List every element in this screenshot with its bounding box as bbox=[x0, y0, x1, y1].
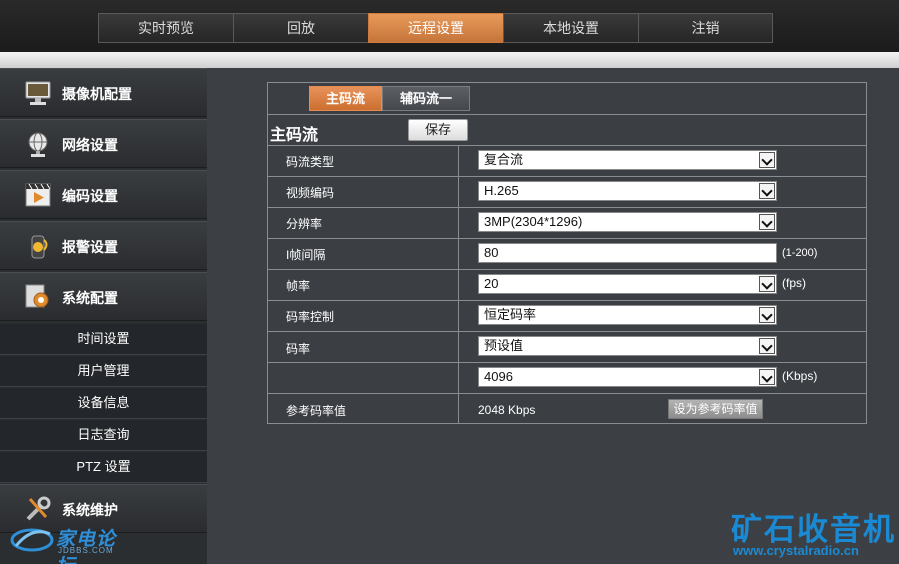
sidebar-item-system-config[interactable]: 系统配置 bbox=[0, 272, 207, 321]
video-codec-label: 视频编码 bbox=[286, 186, 335, 200]
tab-main-stream[interactable]: 主码流 bbox=[309, 86, 383, 111]
tab-playback[interactable]: 回放 bbox=[233, 13, 368, 43]
resolution-select[interactable]: 3MP(2304*1296) bbox=[478, 212, 777, 232]
jdbbs-watermark: 家电论坛 JDBBS.COM bbox=[10, 524, 135, 564]
frame-rate-unit: (fps) bbox=[782, 276, 806, 290]
divider bbox=[268, 145, 866, 146]
sidebar-item-label: 编码设置 bbox=[62, 188, 118, 204]
divider bbox=[268, 393, 866, 394]
frame-rate-value: 20 bbox=[484, 276, 499, 291]
save-button[interactable]: 保存 bbox=[408, 119, 468, 141]
sidebar-item-label: 网络设置 bbox=[62, 137, 118, 153]
bitrate-mode-select[interactable]: 预设值 bbox=[478, 336, 777, 356]
stream-settings-panel: 主码流 辅码流一 主码流 保存 码流类型 复合流 视频编码 H.265 分辨率 … bbox=[267, 82, 867, 424]
bitrate-value-select[interactable]: 4096 bbox=[478, 367, 777, 387]
sidebar-item-label: 系统维护 bbox=[62, 502, 118, 518]
jdbbs-logo-icon bbox=[10, 526, 54, 552]
system-gear-icon bbox=[24, 283, 52, 311]
sidebar-subitem-device-info[interactable]: 设备信息 bbox=[0, 388, 207, 419]
chevron-down-icon bbox=[759, 369, 775, 385]
tab-live-preview[interactable]: 实时预览 bbox=[98, 13, 233, 43]
divider bbox=[268, 362, 866, 363]
sidebar-item-camera-config[interactable]: 摄像机配置 bbox=[0, 68, 207, 117]
sidebar-subitem-time-settings[interactable]: 时间设置 bbox=[0, 324, 207, 355]
sidebar-subitem-log-query[interactable]: 日志查询 bbox=[0, 420, 207, 451]
divider bbox=[268, 331, 866, 332]
sidebar-item-alarm[interactable]: 报警设置 bbox=[0, 221, 207, 270]
frame-rate-label: 帧率 bbox=[286, 279, 311, 293]
stream-type-value: 复合流 bbox=[484, 152, 524, 167]
i-frame-range-hint: (1-200) bbox=[782, 247, 818, 259]
stream-type-select[interactable]: 复合流 bbox=[478, 150, 777, 170]
chevron-down-icon bbox=[759, 183, 775, 199]
globe-icon bbox=[24, 130, 52, 158]
tab-sub-stream[interactable]: 辅码流一 bbox=[382, 86, 471, 111]
sidebar-item-label: 系统配置 bbox=[62, 290, 118, 306]
resolution-label: 分辨率 bbox=[286, 217, 323, 231]
sidebar-item-encoding[interactable]: 编码设置 bbox=[0, 170, 207, 219]
bitrate-mode-value: 预设值 bbox=[484, 338, 524, 353]
section-title: 主码流 bbox=[270, 127, 319, 144]
chevron-down-icon bbox=[759, 307, 775, 323]
rate-control-select[interactable]: 恒定码率 bbox=[478, 305, 777, 325]
bitrate-label: 码率 bbox=[286, 342, 311, 356]
set-reference-bitrate-button[interactable]: 设为参考码率值 bbox=[668, 399, 763, 419]
column-divider bbox=[458, 145, 459, 424]
tab-remote-settings[interactable]: 远程设置 bbox=[368, 13, 503, 43]
chevron-down-icon bbox=[759, 338, 775, 354]
bitrate-value: 4096 bbox=[484, 369, 513, 384]
chevron-down-icon bbox=[759, 152, 775, 168]
tools-icon bbox=[24, 495, 52, 523]
divider bbox=[268, 207, 866, 208]
film-icon bbox=[24, 181, 52, 209]
header-divider bbox=[0, 52, 899, 68]
jdbbs-watermark-url: JDBBS.COM bbox=[58, 546, 114, 555]
jdbbs-watermark-title: 家电论坛 bbox=[56, 529, 117, 564]
crystalradio-watermark-url: www.crystalradio.cn bbox=[733, 543, 859, 558]
top-bar: 实时预览 回放 远程设置 本地设置 注销 bbox=[0, 0, 899, 52]
sidebar-item-network[interactable]: 网络设置 bbox=[0, 119, 207, 168]
video-codec-select[interactable]: H.265 bbox=[478, 181, 777, 201]
rate-control-label: 码率控制 bbox=[286, 310, 335, 324]
sidebar: 摄像机配置 网络设置 编码设置 报警设置 系统配置 时间设置 用户管理 设备信息… bbox=[0, 68, 207, 564]
reference-bitrate-label: 参考码率值 bbox=[286, 404, 347, 418]
i-frame-interval-label: I帧间隔 bbox=[286, 248, 326, 262]
divider bbox=[268, 176, 866, 177]
main-nav: 实时预览 回放 远程设置 本地设置 注销 bbox=[98, 13, 773, 43]
bitrate-unit: (Kbps) bbox=[782, 369, 818, 383]
chevron-down-icon bbox=[759, 214, 775, 230]
i-frame-interval-input[interactable]: 80 bbox=[478, 243, 777, 263]
divider bbox=[268, 269, 866, 270]
sidebar-subitem-ptz-settings[interactable]: PTZ 设置 bbox=[0, 452, 207, 483]
divider bbox=[268, 238, 866, 239]
monitor-icon bbox=[24, 79, 52, 107]
alarm-icon bbox=[24, 232, 52, 260]
tab-local-settings[interactable]: 本地设置 bbox=[503, 13, 638, 43]
sidebar-subitem-user-management[interactable]: 用户管理 bbox=[0, 356, 207, 387]
video-codec-value: H.265 bbox=[484, 183, 519, 198]
chevron-down-icon bbox=[759, 276, 775, 292]
rate-control-value: 恒定码率 bbox=[484, 307, 537, 322]
divider bbox=[268, 300, 866, 301]
resolution-value: 3MP(2304*1296) bbox=[484, 214, 583, 229]
sidebar-item-label: 报警设置 bbox=[62, 239, 118, 255]
stream-type-label: 码流类型 bbox=[286, 155, 335, 169]
divider bbox=[268, 114, 866, 115]
tab-logout[interactable]: 注销 bbox=[638, 13, 773, 43]
sidebar-item-label: 摄像机配置 bbox=[62, 86, 132, 102]
frame-rate-select[interactable]: 20 bbox=[478, 274, 777, 294]
stream-tabs: 主码流 辅码流一 bbox=[309, 86, 471, 111]
reference-bitrate-value: 2048 Kbps bbox=[478, 403, 536, 417]
